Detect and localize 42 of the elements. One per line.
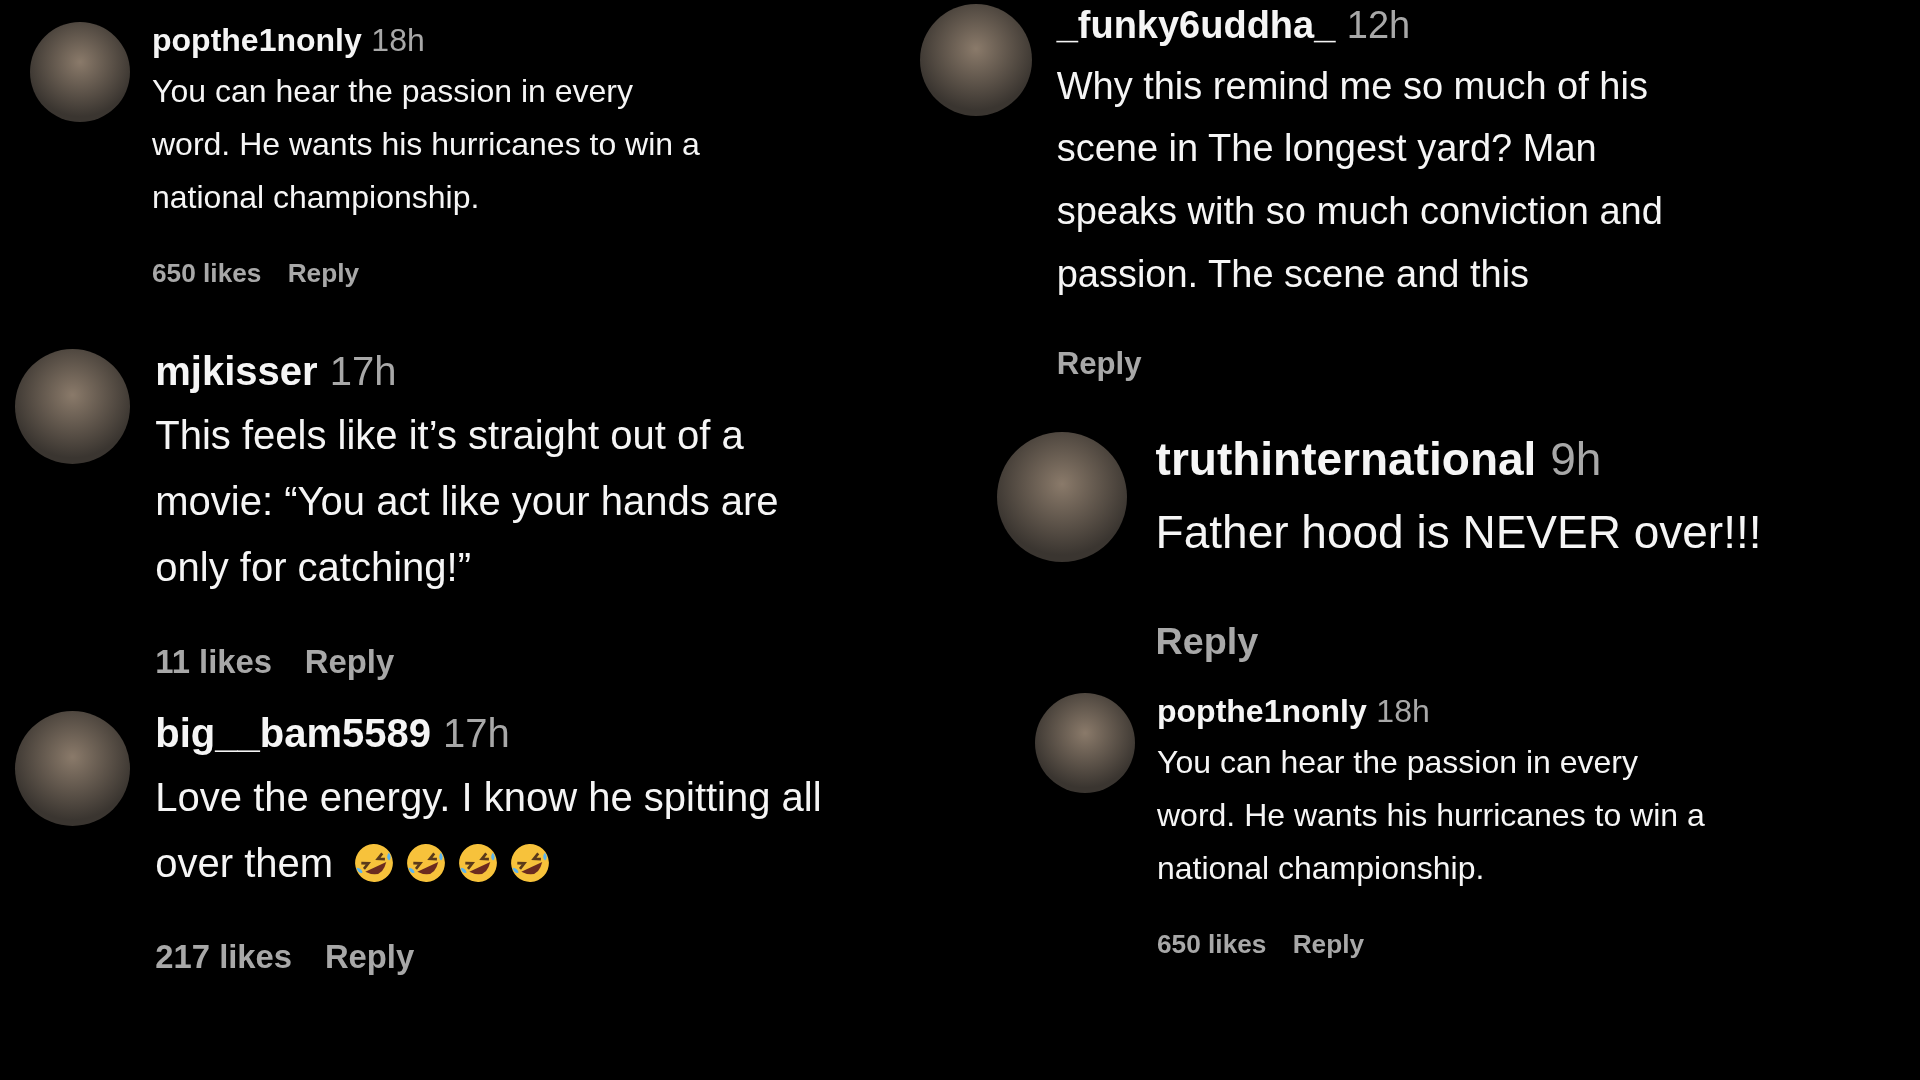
username[interactable]: big__bam5589 <box>155 710 431 756</box>
comment-text: over them <box>155 839 334 887</box>
comment-text: Love the energy. I know he spitting all <box>155 773 822 821</box>
comment-text: speaks with so much conviction and <box>1056 188 1663 234</box>
reply-link[interactable]: Reply <box>1056 345 1142 382</box>
comment-text: national championship. <box>152 178 480 217</box>
username[interactable]: _funky6uddha_ <box>1056 4 1336 47</box>
comment-text: scene in The longest yard? Man <box>1056 126 1597 172</box>
likes-count[interactable]: 650 likes <box>1157 928 1267 960</box>
comment-text: Father hood is NEVER over!!! <box>1155 505 1762 561</box>
comment-text: You can hear the passion in every <box>1157 743 1638 783</box>
comment-text: passion. The scene and this <box>1056 251 1530 297</box>
comment-text: movie: “You act like your hands are <box>155 477 779 525</box>
comment-time: 17h <box>329 348 397 394</box>
laughing-emoji-icon <box>353 841 396 884</box>
likes-count[interactable]: 650 likes <box>152 257 262 289</box>
comment-time: 18h <box>1376 692 1430 730</box>
comment-time: 18h <box>371 22 425 59</box>
comment-text: national championship. <box>1157 848 1485 888</box>
laughing-emoji-icon <box>509 841 552 884</box>
comment-time: 9h <box>1550 431 1602 486</box>
reply-link[interactable]: Reply <box>287 257 360 289</box>
comment-text: only for catching!” <box>155 543 471 591</box>
likes-count[interactable]: 217 likes <box>155 938 293 977</box>
comment-text: word. He wants his hurricanes to win a <box>1157 796 1705 836</box>
username[interactable]: popthe1nonly <box>1157 692 1367 730</box>
comment-time: 17h <box>443 710 510 756</box>
comment-text: You can hear the passion in every <box>152 72 633 112</box>
reply-link[interactable]: Reply <box>304 642 395 681</box>
laughing-emoji-icon <box>405 841 448 884</box>
username[interactable]: mjkisser <box>155 348 318 394</box>
reply-link[interactable]: Reply <box>1292 928 1365 960</box>
comment-time: 12h <box>1346 4 1411 47</box>
reply-link[interactable]: Reply <box>1155 619 1259 663</box>
username[interactable]: truthinternational <box>1155 431 1537 486</box>
reply-link[interactable]: Reply <box>324 938 415 977</box>
comment-text: This feels like it’s straight out of a <box>155 411 744 459</box>
comment-text: word. He wants his hurricanes to win a <box>152 125 700 165</box>
likes-count[interactable]: 11 likes <box>155 642 273 681</box>
comment-text: Why this remind me so much of his <box>1056 63 1648 109</box>
laughing-emoji-icon <box>457 841 500 884</box>
username[interactable]: popthe1nonly <box>152 22 362 59</box>
